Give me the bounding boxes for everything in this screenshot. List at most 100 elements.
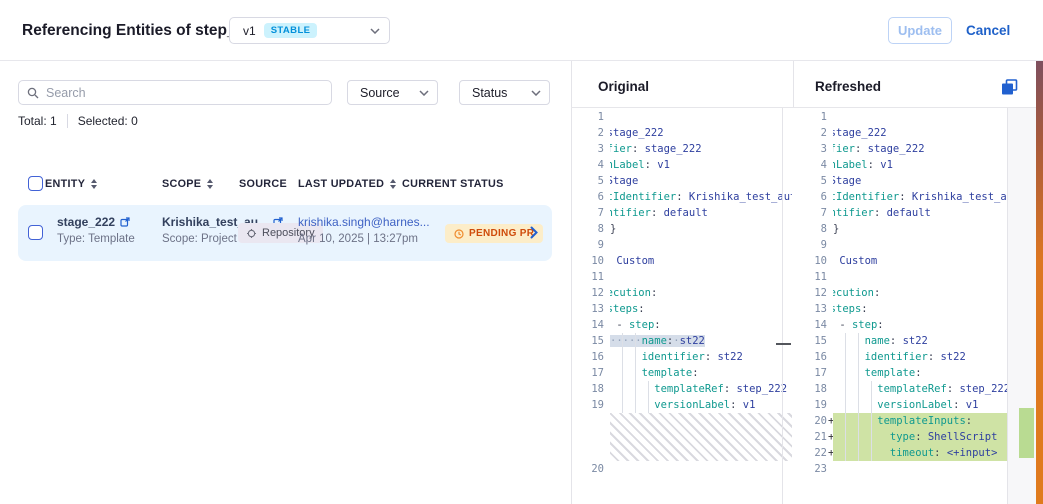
status-filter-label: Status bbox=[472, 86, 507, 100]
code-line: steps: bbox=[833, 301, 1007, 317]
code-line: versionLabel: v1 bbox=[610, 397, 792, 413]
source-filter-label: Source bbox=[360, 86, 400, 100]
code-line: fier: stage_222 bbox=[833, 141, 1007, 157]
code-line: fier: stage_222 bbox=[610, 141, 792, 157]
code-line: nLabel: v1 bbox=[610, 157, 792, 173]
original-editor-gutter: 1234567891011121314151617181920 bbox=[578, 109, 604, 477]
repository-icon bbox=[246, 228, 257, 239]
entity-cell: stage_222 Type: Template bbox=[57, 215, 135, 245]
code-line: ecution: bbox=[833, 285, 1007, 301]
refreshed-editor[interactable]: stage_222fier: stage_222nLabel: v1Staget… bbox=[833, 109, 1007, 477]
overview-ruler-added-marker bbox=[1019, 408, 1034, 458]
scrollbar-diff-marker bbox=[776, 343, 791, 345]
code-line bbox=[833, 461, 1007, 477]
table-row[interactable]: stage_222 Type: Template Krishika_test_a… bbox=[18, 205, 552, 261]
code-line: } bbox=[610, 221, 792, 237]
last-updated-cell: krishika.singh@harnes... Apr 10, 2025 | … bbox=[298, 215, 430, 245]
code-line bbox=[833, 269, 1007, 285]
code-line: type: ShellScript bbox=[833, 429, 1007, 445]
modal-header: Referencing Entities of step_222 v1 STAB… bbox=[0, 0, 1043, 61]
cancel-button[interactable]: Cancel bbox=[966, 17, 1010, 44]
code-line: } bbox=[833, 221, 1007, 237]
code-line: identifier: st22 bbox=[833, 349, 1007, 365]
indent-guide bbox=[845, 333, 846, 461]
page-title: Referencing Entities of step_222 bbox=[22, 22, 261, 40]
referencing-entities-modal: Referencing Entities of step_222 v1 STAB… bbox=[0, 0, 1043, 504]
diff-header: Original Refreshed bbox=[572, 61, 1043, 107]
totals-bar: Total: 1 Selected: 0 bbox=[18, 114, 138, 128]
indent-guide bbox=[622, 333, 623, 413]
scrollbar-track bbox=[1007, 108, 1008, 504]
refreshed-panel-title: Refreshed bbox=[815, 79, 881, 94]
code-line: Custom bbox=[610, 253, 792, 269]
status-cell: PENDING PR bbox=[445, 224, 543, 244]
chevron-down-icon bbox=[370, 28, 380, 34]
code-line: ecution: bbox=[610, 285, 792, 301]
divider bbox=[67, 114, 68, 128]
code-line: steps: bbox=[610, 301, 792, 317]
update-button[interactable]: Update bbox=[888, 17, 952, 44]
updated-by-email: krishika.singh@harnes... bbox=[298, 215, 430, 229]
chevron-down-icon bbox=[531, 90, 541, 96]
entity-link[interactable]: stage_222 bbox=[57, 215, 115, 229]
code-line: - step: bbox=[833, 317, 1007, 333]
column-header-last-updated[interactable]: LAST UPDATED bbox=[298, 178, 396, 190]
status-badge-label: PENDING PR bbox=[469, 228, 534, 239]
column-header-source: SOURCE bbox=[239, 178, 287, 190]
code-line bbox=[610, 269, 792, 285]
indent-guide bbox=[648, 381, 649, 413]
code-line bbox=[610, 109, 792, 125]
status-filter-select[interactable]: Status bbox=[459, 80, 550, 105]
divider bbox=[571, 107, 1043, 108]
search-input[interactable] bbox=[46, 86, 323, 100]
indent-guide bbox=[635, 333, 636, 413]
select-all-checkbox[interactable] bbox=[28, 176, 43, 191]
code-line: template: bbox=[610, 365, 792, 381]
stable-badge: STABLE bbox=[264, 23, 318, 38]
underlying-page-edge bbox=[1036, 61, 1043, 504]
sort-icon bbox=[207, 179, 213, 189]
code-line: identifier: st22 bbox=[610, 349, 792, 365]
row-checkbox[interactable] bbox=[28, 225, 43, 240]
original-panel-title: Original bbox=[598, 79, 649, 94]
code-line: tIdentifier: Krishika_test_aut bbox=[833, 189, 1007, 205]
column-header-entity[interactable]: ENTITY bbox=[45, 178, 97, 190]
chevron-down-icon bbox=[419, 90, 429, 96]
table-header: ENTITY SCOPE SOURCE LAST UPDATED CURRENT… bbox=[0, 176, 560, 194]
search-box bbox=[18, 80, 332, 105]
code-line: Custom bbox=[833, 253, 1007, 269]
source-filter-select[interactable]: Source bbox=[347, 80, 438, 105]
code-line: tIdentifier: Krishika_test_aut bbox=[610, 189, 792, 205]
external-link-icon[interactable] bbox=[120, 217, 130, 227]
code-line: templateRef: step_222 bbox=[610, 381, 792, 397]
column-header-scope[interactable]: SCOPE bbox=[162, 178, 213, 190]
original-editor[interactable]: stage_222fier: stage_222nLabel: v1Staget… bbox=[610, 109, 792, 477]
code-line: template: bbox=[833, 365, 1007, 381]
copy-icon[interactable] bbox=[1000, 77, 1022, 97]
column-header-current-status: CURRENT STATUS bbox=[402, 178, 504, 190]
code-line: ntifier: default bbox=[610, 205, 792, 221]
diff-spacer-hatch bbox=[610, 413, 792, 461]
indent-guide bbox=[858, 333, 859, 461]
scrollbar-track bbox=[782, 108, 783, 504]
refreshed-editor-gutter: 1234567891011121314151617181920+21+22+23 bbox=[801, 109, 827, 477]
code-line: name: st22 bbox=[833, 333, 1007, 349]
code-line bbox=[610, 237, 792, 253]
code-line bbox=[833, 109, 1007, 125]
indent-guide bbox=[871, 381, 872, 461]
code-line: stage_222 bbox=[610, 125, 792, 141]
code-line: versionLabel: v1 bbox=[833, 397, 1007, 413]
code-line bbox=[610, 461, 792, 477]
chevron-right-icon[interactable] bbox=[530, 226, 538, 239]
code-line: nLabel: v1 bbox=[833, 157, 1007, 173]
code-line: ·····name:·st22 bbox=[610, 333, 792, 349]
status-badge: PENDING PR bbox=[445, 224, 543, 243]
search-icon bbox=[27, 87, 39, 99]
divider bbox=[571, 61, 572, 504]
sort-icon bbox=[91, 179, 97, 189]
clock-icon bbox=[454, 229, 464, 239]
entity-type: Type: Template bbox=[57, 233, 135, 245]
version-label: v1 bbox=[243, 24, 256, 38]
version-select[interactable]: v1 STABLE bbox=[229, 17, 390, 44]
code-line: stage_222 bbox=[833, 125, 1007, 141]
